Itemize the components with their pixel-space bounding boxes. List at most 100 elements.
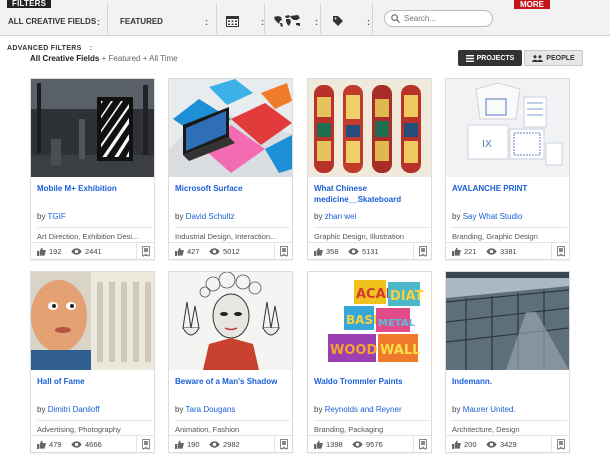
project-title[interactable]: Waldo Trommler Paints bbox=[314, 376, 429, 387]
paint-can-label: WALL bbox=[380, 343, 420, 358]
project-author[interactable]: David Schultz bbox=[186, 212, 235, 221]
project-stats: 427 5012 bbox=[169, 242, 292, 260]
project-stats: 1398 9576 bbox=[308, 435, 431, 453]
eye-icon bbox=[486, 441, 497, 448]
project-author[interactable]: Reynolds and Reyner bbox=[325, 405, 402, 414]
project-thumbnail[interactable] bbox=[31, 79, 154, 177]
project-card[interactable]: Beware of a Man's Shadow by Tara Dougans… bbox=[168, 271, 293, 453]
views-stat: 9576 bbox=[352, 440, 383, 449]
project-card[interactable]: IX AVALANCHE PRINT by Say What Studio Br… bbox=[445, 78, 570, 260]
projects-toggle[interactable]: PROJECTS bbox=[458, 50, 522, 66]
location-dropdown[interactable]: : bbox=[272, 8, 318, 34]
project-byline: by zhan wei bbox=[314, 212, 356, 221]
views-stat: 3429 bbox=[486, 440, 517, 449]
by-label: by bbox=[314, 212, 323, 221]
thumbs-up-icon bbox=[314, 440, 323, 449]
views-count: 5131 bbox=[362, 247, 379, 256]
dropdown-colon: : bbox=[315, 17, 318, 27]
thumbs-up-icon bbox=[452, 440, 461, 449]
sort-dropdown[interactable]: FEATURED : bbox=[120, 8, 208, 34]
project-thumbnail[interactable] bbox=[308, 79, 431, 177]
collect-button[interactable] bbox=[274, 243, 292, 260]
project-author[interactable]: Say What Studio bbox=[463, 212, 523, 221]
paint-can-label: WOOD bbox=[330, 343, 377, 358]
collect-button[interactable] bbox=[551, 436, 569, 453]
more-tag[interactable]: MORE bbox=[514, 0, 550, 9]
views-count: 4666 bbox=[85, 440, 102, 449]
collect-icon bbox=[418, 439, 427, 450]
appreciations-stat: 479 bbox=[37, 440, 62, 449]
appreciations-count: 221 bbox=[464, 247, 477, 256]
paint-can-label: DIAT bbox=[390, 289, 424, 304]
project-author[interactable]: Dimitri Daniloff bbox=[48, 405, 100, 414]
collect-button[interactable] bbox=[136, 243, 154, 260]
project-title[interactable]: AVALANCHE PRINT bbox=[452, 183, 567, 194]
views-count: 3429 bbox=[500, 440, 517, 449]
by-label: by bbox=[175, 405, 184, 414]
time-dropdown[interactable]: : bbox=[226, 8, 264, 34]
thumbs-up-icon bbox=[37, 440, 46, 449]
projects-label: PROJECTS bbox=[476, 54, 515, 62]
project-title[interactable]: Beware of a Man's Shadow bbox=[175, 376, 290, 387]
advanced-filters-title: ADVANCED FILTERS : bbox=[7, 45, 92, 52]
project-card[interactable]: Mobile M+ Exhibition by TGIF Art Directi… bbox=[30, 78, 155, 260]
views-stat: 5012 bbox=[209, 247, 240, 256]
search-input[interactable] bbox=[404, 14, 484, 23]
crumb-rest: + Featured + All Time bbox=[99, 54, 178, 63]
project-byline: by TGIF bbox=[37, 212, 66, 221]
collect-button[interactable] bbox=[136, 436, 154, 453]
people-toggle[interactable]: PEOPLE bbox=[524, 50, 583, 66]
project-author[interactable]: Tara Dougans bbox=[186, 405, 236, 414]
creative-fields-dropdown[interactable]: ALL CREATIVE FIELDS : bbox=[8, 8, 100, 34]
project-thumbnail[interactable] bbox=[446, 272, 569, 370]
by-label: by bbox=[175, 212, 184, 221]
project-title[interactable]: Hall of Fame bbox=[37, 376, 152, 387]
thumbs-up-icon bbox=[314, 247, 323, 256]
project-author[interactable]: TGIF bbox=[48, 212, 66, 221]
collect-button[interactable] bbox=[413, 436, 431, 453]
project-byline: by Maurer United. bbox=[452, 405, 516, 414]
project-thumbnail[interactable]: ACAD DIAT BASE METAL WOOD WALL bbox=[308, 272, 431, 370]
project-thumbnail[interactable] bbox=[31, 272, 154, 370]
thumbs-up-icon bbox=[175, 440, 184, 449]
project-card[interactable]: ACAD DIAT BASE METAL WOOD WALL Waldo Tro… bbox=[307, 271, 432, 453]
project-card[interactable]: Microsoft Surface by David Schultz Indus… bbox=[168, 78, 293, 260]
project-title[interactable]: Indemann. bbox=[452, 376, 567, 387]
project-author[interactable]: zhan wei bbox=[325, 212, 357, 221]
appreciations-stat: 221 bbox=[452, 247, 477, 256]
views-stat: 4666 bbox=[71, 440, 102, 449]
tools-dropdown[interactable]: : bbox=[332, 8, 370, 34]
project-byline: by David Schultz bbox=[175, 212, 235, 221]
divider bbox=[372, 4, 373, 34]
divider bbox=[264, 4, 265, 34]
project-stats: 479 4666 bbox=[31, 435, 154, 453]
project-stats: 221 3381 bbox=[446, 242, 569, 260]
collect-button[interactable] bbox=[413, 243, 431, 260]
crumb-creative-fields[interactable]: All Creative Fields bbox=[30, 54, 99, 63]
project-title[interactable]: What Chinese medicine__Skateboard bbox=[314, 183, 429, 205]
eye-icon bbox=[486, 248, 497, 255]
search-box[interactable] bbox=[384, 10, 493, 27]
project-author[interactable]: Maurer United. bbox=[463, 405, 516, 414]
appreciations-count: 479 bbox=[49, 440, 62, 449]
project-title[interactable]: Mobile M+ Exhibition bbox=[37, 183, 152, 194]
people-icon bbox=[532, 54, 544, 62]
project-thumbnail[interactable] bbox=[169, 272, 292, 370]
project-card[interactable]: Hall of Fame by Dimitri Daniloff Adverti… bbox=[30, 271, 155, 453]
appreciations-count: 200 bbox=[464, 440, 477, 449]
advanced-filters-colon: : bbox=[89, 45, 93, 52]
filter-bar: FILTERS MORE ALL CREATIVE FIELDS : FEATU… bbox=[0, 0, 610, 36]
project-thumbnail[interactable] bbox=[169, 79, 292, 177]
project-card[interactable]: Indemann. by Maurer United. Architecture… bbox=[445, 271, 570, 453]
appreciations-stat: 1398 bbox=[314, 440, 343, 449]
project-stats: 192 2441 bbox=[31, 242, 154, 260]
project-thumbnail[interactable]: IX bbox=[446, 79, 569, 177]
eye-icon bbox=[71, 248, 82, 255]
collect-button[interactable] bbox=[551, 243, 569, 260]
collect-button[interactable] bbox=[274, 436, 292, 453]
project-card[interactable]: What Chinese medicine__Skateboard by zha… bbox=[307, 78, 432, 260]
paint-can-label: BASE bbox=[346, 313, 381, 327]
project-byline: by Dimitri Daniloff bbox=[37, 405, 100, 414]
project-title[interactable]: Microsoft Surface bbox=[175, 183, 290, 194]
eye-icon bbox=[348, 248, 359, 255]
